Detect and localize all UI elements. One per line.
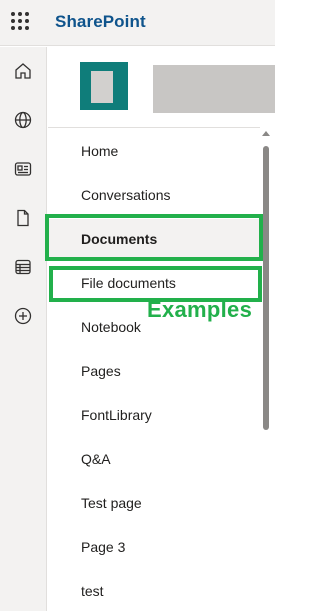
app-bar — [0, 47, 47, 611]
app-launcher-waffle-icon[interactable] — [11, 12, 33, 34]
scroll-up-arrow-icon[interactable] — [262, 131, 270, 136]
highlight-box-documents — [45, 214, 263, 261]
site-name-placeholder — [153, 65, 275, 113]
home-icon[interactable] — [11, 59, 35, 83]
nav-item-test-page[interactable]: Test page — [48, 483, 260, 523]
nav-item-conversations[interactable]: Conversations — [48, 175, 260, 215]
quick-launch-nav: Home Conversations Documents File docume… — [48, 127, 260, 611]
nav-item-test[interactable]: test — [48, 571, 260, 611]
nav-item-home[interactable]: Home — [48, 131, 260, 171]
document-icon[interactable] — [11, 206, 35, 230]
app-title[interactable]: SharePoint — [55, 12, 146, 32]
nav-item-fontlibrary[interactable]: FontLibrary — [48, 395, 260, 435]
globe-icon[interactable] — [11, 108, 35, 132]
scroll-thumb[interactable] — [263, 146, 269, 430]
annotation-label: Examples — [147, 297, 253, 322]
nav-item-pages[interactable]: Pages — [48, 351, 260, 391]
nav-item-qa[interactable]: Q&A — [48, 439, 260, 479]
site-header — [48, 47, 275, 127]
nav-item-page-3[interactable]: Page 3 — [48, 527, 260, 567]
site-logo[interactable] — [80, 62, 128, 110]
list-icon[interactable] — [11, 255, 35, 279]
news-icon[interactable] — [11, 157, 35, 181]
suite-header: SharePoint — [0, 0, 275, 46]
add-icon[interactable] — [11, 304, 35, 328]
